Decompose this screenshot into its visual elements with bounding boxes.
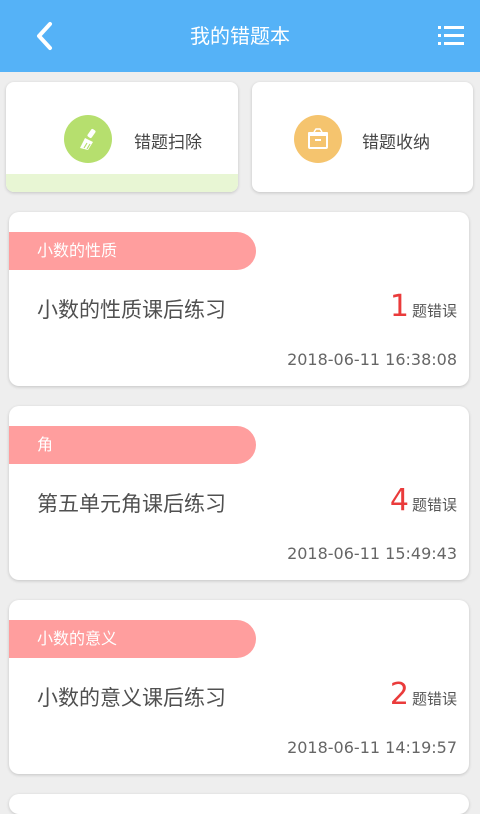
storage-box-icon (294, 115, 342, 163)
list-icon (438, 26, 464, 45)
record-timestamp: 2018-06-11 14:19:57 (287, 738, 457, 757)
error-count-suffix: 题错误 (411, 690, 457, 708)
topic-tag: 小数的意义 (9, 620, 256, 658)
topic-tag: 小数的性质 (9, 232, 256, 270)
app-header: 我的错题本 (0, 0, 480, 72)
broom-icon (64, 115, 112, 163)
error-count: 4 (389, 483, 409, 518)
record-timestamp: 2018-06-11 15:49:43 (287, 544, 457, 563)
error-count-suffix: 题错误 (411, 302, 457, 320)
page-title: 我的错题本 (190, 24, 290, 48)
mistake-sweep-button[interactable]: 错题扫除 (6, 82, 238, 192)
topic-tag: 角 (9, 426, 256, 464)
record-card[interactable]: 小数的意义 小数的意义课后练习 2 题错误 2018-06-11 14:19:5… (9, 600, 469, 774)
menu-button[interactable] (436, 22, 466, 50)
record-title: 第五单元角课后练习 (37, 492, 226, 516)
record-title: 小数的性质课后练习 (37, 298, 226, 322)
active-indicator (6, 174, 238, 192)
mistake-storage-button[interactable]: 错题收纳 (252, 82, 473, 192)
record-title: 小数的意义课后练习 (37, 686, 226, 710)
error-count: 2 (389, 677, 409, 712)
record-timestamp: 2018-06-11 16:38:08 (287, 350, 457, 369)
error-count-suffix: 题错误 (411, 496, 457, 514)
record-card[interactable]: 小数的性质 小数的性质课后练习 1 题错误 2018-06-11 16:38:0… (9, 212, 469, 386)
mistake-sweep-label: 错题扫除 (134, 133, 202, 153)
record-card-partial[interactable] (9, 794, 469, 814)
record-card[interactable]: 角 第五单元角课后练习 4 题错误 2018-06-11 15:49:43 (9, 406, 469, 580)
mistake-storage-label: 错题收纳 (362, 133, 430, 153)
error-count: 1 (389, 289, 409, 324)
